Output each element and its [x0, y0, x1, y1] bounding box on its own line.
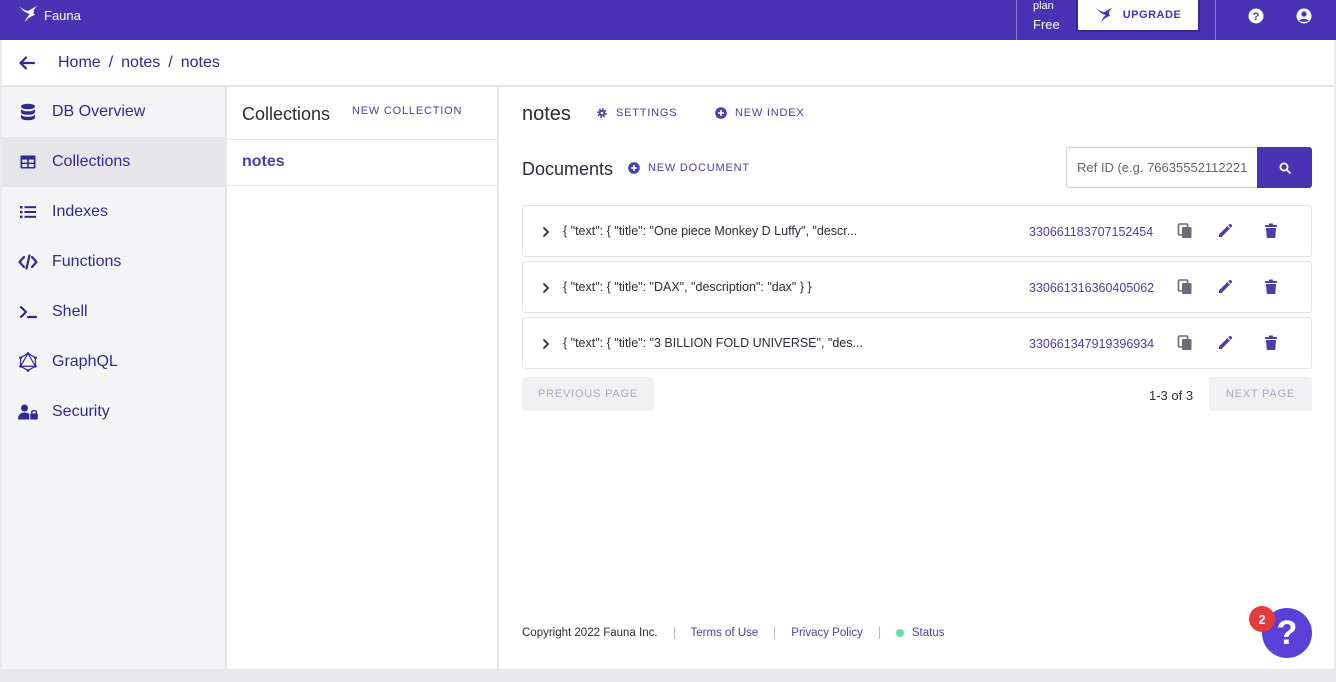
document-row: { "text": { "title": "3 BILLION FOLD UNI…	[522, 317, 1312, 369]
chevron-right-icon[interactable]	[541, 226, 551, 238]
upgrade-label: UPGRADE	[1122, 9, 1182, 21]
search-button[interactable]	[1257, 147, 1312, 188]
sidebar-item-shell[interactable]: Shell	[2, 287, 226, 337]
trash-icon[interactable]	[1263, 335, 1279, 351]
sidebar-item-label: Functions	[52, 253, 122, 270]
sidebar-item-indexes[interactable]: Indexes	[2, 187, 226, 237]
graphql-icon	[18, 352, 38, 372]
edit-pencil-icon[interactable]	[1217, 223, 1233, 239]
fauna-logo-icon	[19, 6, 37, 22]
footer: Copyright 2022 Fauna Inc. Terms of Use P…	[522, 623, 944, 643]
settings-button[interactable]: SETTINGS	[596, 107, 677, 119]
sidebar-item-label: GraphQL	[52, 353, 118, 370]
sidebar-item-label: Indexes	[52, 203, 109, 220]
database-icon	[18, 102, 38, 122]
plan-value: Free	[1033, 17, 1060, 32]
notification-badge: 2	[1249, 606, 1275, 632]
code-icon	[18, 252, 38, 272]
table-icon	[18, 152, 38, 172]
status-dot-icon	[895, 629, 904, 637]
documents-title: Documents	[522, 159, 614, 179]
plan-section: plan Free UPGRADE	[1016, 0, 1216, 40]
document-preview: { "text": { "title": "One piece Monkey D…	[563, 224, 858, 238]
settings-label: SETTINGS	[616, 107, 678, 119]
fauna-bird-icon	[1095, 7, 1112, 23]
collection-item-notes[interactable]: notes	[227, 139, 497, 186]
document-preview: { "text": { "title": "DAX", "description…	[563, 280, 812, 294]
trash-icon[interactable]	[1263, 279, 1279, 295]
plan-label: plan	[1033, 0, 1054, 12]
collections-title: Collections	[242, 104, 331, 124]
help-icon[interactable]: ?	[1248, 8, 1264, 24]
status-link[interactable]: Status	[878, 627, 945, 639]
edit-pencil-icon[interactable]	[1217, 279, 1233, 295]
chevron-right-icon[interactable]	[541, 282, 551, 294]
terminal-icon	[18, 302, 38, 322]
collection-title: notes	[522, 103, 571, 125]
new-index-button[interactable]: NEW INDEX	[715, 107, 805, 119]
main-content: notes SETTINGS NEW INDEX Documents NEW D…	[499, 87, 1334, 669]
privacy-policy-link[interactable]: Privacy Policy	[774, 627, 879, 639]
back-arrow-icon[interactable]	[18, 54, 36, 72]
sidebar-item-collections[interactable]: Collections	[2, 137, 226, 187]
breadcrumb-separator: /	[168, 54, 173, 71]
next-page-button[interactable]: NEXT PAGE	[1209, 377, 1312, 411]
search-icon	[1279, 162, 1291, 174]
sidebar-item-label: Security	[52, 403, 110, 420]
user-lock-icon	[18, 402, 38, 422]
plus-circle-icon	[628, 162, 640, 174]
sidebar-item-functions[interactable]: Functions	[2, 237, 226, 287]
ref-id-search-input[interactable]	[1066, 147, 1258, 188]
document-preview: { "text": { "title": "3 BILLION FOLD UNI…	[563, 336, 863, 350]
breadcrumb-collection[interactable]: notes	[181, 54, 220, 72]
sidebar: DB Overview Collections Indexes Function…	[2, 87, 226, 669]
breadcrumb-bar: Home / notes / notes	[2, 40, 1334, 86]
document-row: { "text": { "title": "One piece Monkey D…	[522, 205, 1312, 257]
copy-icon[interactable]	[1177, 279, 1193, 295]
brand-name: Fauna	[44, 8, 81, 23]
previous-page-button[interactable]: PREVIOUS PAGE	[522, 377, 654, 411]
terms-of-use-link[interactable]: Terms of Use	[673, 627, 775, 639]
plus-circle-icon	[715, 107, 727, 119]
list-icon	[18, 202, 38, 222]
status-label: Status	[911, 627, 945, 639]
copy-icon[interactable]	[1177, 223, 1193, 239]
edit-pencil-icon[interactable]	[1217, 335, 1233, 351]
account-icon[interactable]	[1296, 8, 1312, 24]
new-document-label: NEW DOCUMENT	[648, 162, 750, 174]
breadcrumb-database[interactable]: notes	[121, 54, 160, 72]
document-row: { "text": { "title": "DAX", "description…	[522, 261, 1312, 313]
document-ref-link[interactable]: 330661347919396934	[1029, 337, 1154, 351]
breadcrumb-home[interactable]: Home	[58, 54, 101, 72]
breadcrumb-separator: /	[108, 54, 114, 71]
document-ref-link[interactable]: 330661316360405062	[1029, 281, 1154, 295]
sidebar-item-graphql[interactable]: GraphQL	[2, 337, 226, 387]
collections-panel: Collections NEW COLLECTION notes	[227, 87, 498, 669]
svg-text:?: ?	[1253, 11, 1260, 23]
breadcrumb: Home / notes / notes	[58, 54, 220, 72]
gear-icon	[597, 108, 607, 118]
new-document-button[interactable]: NEW DOCUMENT	[628, 162, 750, 174]
sidebar-item-db-overview[interactable]: DB Overview	[2, 87, 226, 137]
sidebar-item-label: Shell	[52, 303, 88, 320]
collection-item-label: notes	[242, 153, 285, 170]
copy-icon[interactable]	[1177, 335, 1193, 351]
upgrade-button[interactable]: UPGRADE	[1076, 0, 1200, 32]
page-count: 1-3 of 3	[1149, 388, 1194, 403]
sidebar-item-label: DB Overview	[52, 103, 146, 120]
chevron-right-icon[interactable]	[541, 338, 551, 350]
new-collection-button[interactable]: NEW COLLECTION	[352, 105, 462, 117]
sidebar-item-label: Collections	[52, 153, 131, 170]
sidebar-item-security[interactable]: Security	[2, 387, 226, 437]
new-index-label: NEW INDEX	[735, 107, 805, 119]
trash-icon[interactable]	[1263, 223, 1279, 239]
copyright-text: Copyright 2022 Fauna Inc.	[522, 627, 658, 639]
document-ref-link[interactable]: 330661183707152454	[1029, 225, 1153, 239]
top-bar: Fauna plan Free UPGRADE ?	[0, 0, 1336, 40]
